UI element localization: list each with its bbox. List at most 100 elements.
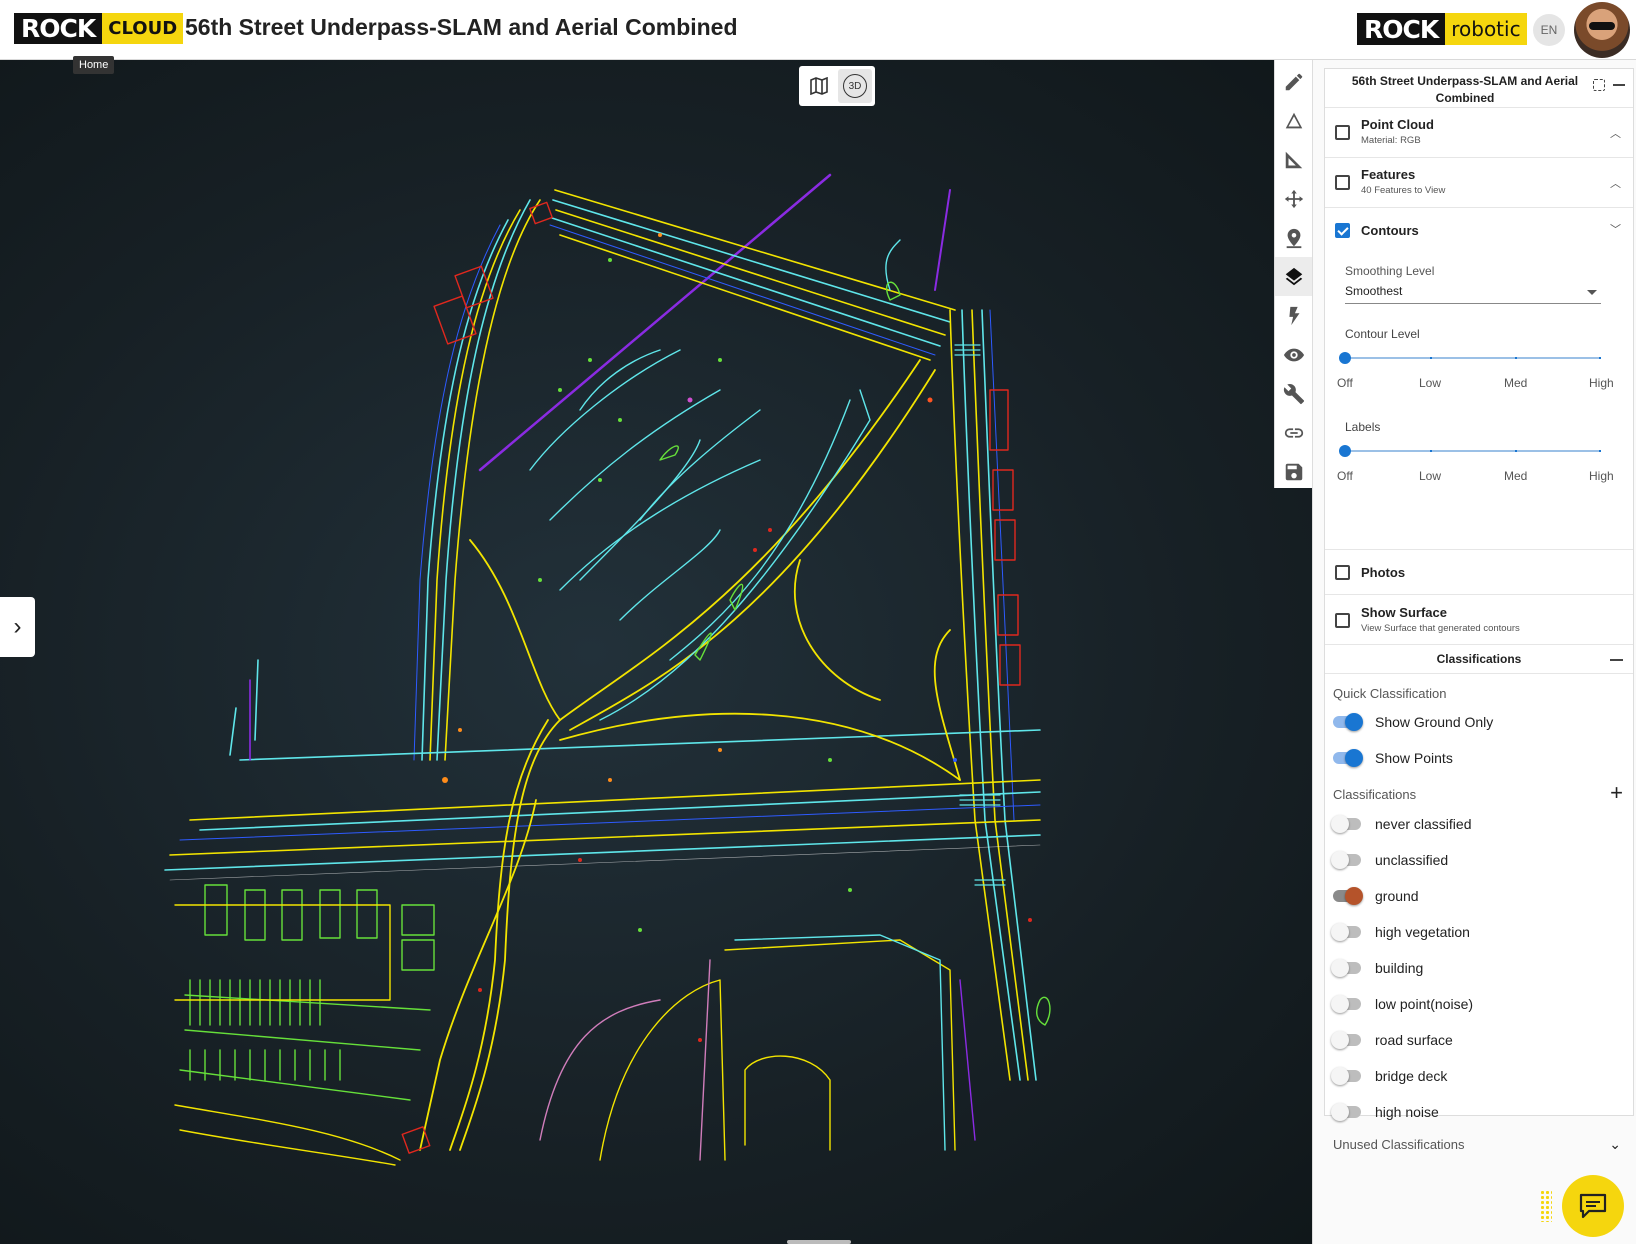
photos-title: Photos: [1361, 565, 1406, 580]
project-header: 56th Street Underpass-SLAM and Aerial Co…: [1325, 69, 1633, 107]
contour-level-thumb[interactable]: [1339, 352, 1351, 364]
location-tool[interactable]: [1275, 218, 1313, 257]
class-unclassified[interactable]: unclassified: [1331, 848, 1449, 872]
classifications-header[interactable]: Classifications: [1325, 644, 1633, 674]
move-tool[interactable]: [1275, 179, 1313, 218]
pencil-icon: [1285, 73, 1303, 90]
bridge-deck-switch[interactable]: [1331, 1067, 1361, 1085]
link-icon: [1284, 427, 1304, 438]
bridge-deck-label: bridge deck: [1375, 1068, 1448, 1084]
layer-contours[interactable]: Contours ﹀ Smoothing Level Smoothest Con…: [1325, 207, 1633, 549]
tool-rail: [1274, 60, 1313, 491]
parking-lots: [179, 884, 435, 1101]
measure-icon: [1285, 151, 1303, 168]
class-ground[interactable]: ground: [1333, 884, 1419, 908]
labels-tick-high: High: [1589, 469, 1614, 483]
class-low-point-noise[interactable]: low point(noise): [1331, 992, 1473, 1016]
save-tool[interactable]: [1275, 452, 1313, 491]
rock-cloud-logo[interactable]: ROCK CLOUD: [14, 13, 184, 44]
contour-tick-off: Off: [1337, 376, 1353, 390]
unused-classifications-row[interactable]: Unused Classifications ⌄: [1333, 1136, 1623, 1157]
contour-map[interactable]: [0, 60, 1312, 1244]
class-road-surface[interactable]: road surface: [1331, 1028, 1453, 1052]
show-points-switch[interactable]: [1333, 749, 1363, 767]
top-road: [549, 189, 956, 361]
class-bridge-deck[interactable]: bridge deck: [1331, 1064, 1448, 1088]
contour-level-slider[interactable]: [1339, 351, 1601, 365]
contours-checkbox[interactable]: [1335, 223, 1350, 238]
layer-point-cloud[interactable]: Point Cloud Material: RGB ︿: [1325, 107, 1633, 157]
high-vegetation-switch[interactable]: [1331, 923, 1361, 941]
map-view-button[interactable]: [802, 69, 836, 103]
show-surface-checkbox[interactable]: [1335, 613, 1350, 628]
expand-left-panel-button[interactable]: ›: [0, 597, 35, 657]
chevron-up-icon[interactable]: ︿: [1610, 125, 1621, 141]
collapse-card-icon[interactable]: [1613, 84, 1625, 86]
contour-level-label: Contour Level: [1345, 327, 1420, 341]
rock-robotic-logo[interactable]: ROCK robotic: [1357, 13, 1527, 45]
draw-tool[interactable]: [1275, 62, 1313, 101]
low-point-noise-switch[interactable]: [1331, 995, 1361, 1013]
show-surface-title: Show Surface: [1361, 605, 1447, 620]
3d-view-button[interactable]: 3D: [838, 69, 872, 103]
class-high-vegetation[interactable]: high vegetation: [1331, 920, 1470, 944]
bottom-structures: [539, 934, 976, 1161]
measure-tool[interactable]: [1275, 140, 1313, 179]
power-tool[interactable]: [1275, 296, 1313, 335]
lightning-icon: [1289, 306, 1300, 325]
road-surface-switch[interactable]: [1331, 1031, 1361, 1049]
unclassified-label: unclassified: [1375, 852, 1449, 868]
visibility-tool[interactable]: [1275, 335, 1313, 374]
chat-drag-handle[interactable]: [1540, 1190, 1552, 1222]
class-high-noise[interactable]: high noise: [1331, 1100, 1439, 1124]
high-noise-switch[interactable]: [1331, 1103, 1361, 1121]
point-cloud-checkbox[interactable]: [1335, 125, 1350, 140]
labels-slider[interactable]: [1339, 444, 1601, 458]
chevron-up-icon[interactable]: ︿: [1610, 175, 1621, 191]
collapse-classifications-icon[interactable]: [1610, 659, 1623, 661]
chevron-down-icon[interactable]: ﹀: [1610, 221, 1621, 237]
layer-features[interactable]: Features 40 Features to View ︿: [1325, 157, 1633, 207]
add-classification-button[interactable]: +: [1610, 782, 1623, 804]
bottom-scroll-handle[interactable]: [787, 1240, 851, 1244]
project-title: 56th Street Underpass-SLAM and Aerial Co…: [1351, 74, 1579, 105]
right-road: [949, 309, 1037, 1081]
terrain-tool[interactable]: [1275, 101, 1313, 140]
show-ground-only-toggle[interactable]: Show Ground Only: [1333, 710, 1493, 734]
show-ground-only-switch[interactable]: [1333, 713, 1363, 731]
photos-checkbox[interactable]: [1335, 565, 1350, 580]
layers-icon: [1285, 267, 1303, 285]
settings-tool[interactable]: [1275, 374, 1313, 413]
ground-switch[interactable]: [1333, 887, 1363, 905]
logo-rock-text-right: ROCK: [1357, 13, 1446, 45]
layers-card: 56th Street Underpass-SLAM and Aerial Co…: [1324, 68, 1634, 1152]
contour-tick-med: Med: [1504, 376, 1528, 390]
map-viewport[interactable]: 3D ›: [0, 60, 1312, 1244]
language-button[interactable]: EN: [1533, 14, 1565, 46]
contour-tick-high: High: [1589, 376, 1614, 390]
class-never-classified[interactable]: never classified: [1331, 812, 1472, 836]
focus-icon[interactable]: [1593, 79, 1605, 91]
building-switch[interactable]: [1331, 959, 1361, 977]
chat-button[interactable]: [1562, 1175, 1624, 1237]
labels-thumb[interactable]: [1339, 445, 1351, 457]
unclassified-switch[interactable]: [1331, 851, 1361, 869]
class-building[interactable]: building: [1331, 956, 1424, 980]
contour-tick-low: Low: [1419, 376, 1442, 390]
interchange: [419, 359, 961, 1151]
layer-photos[interactable]: Photos: [1325, 549, 1633, 594]
layer-show-surface[interactable]: Show Surface View Surface that generated…: [1325, 594, 1633, 644]
labels-tick-med: Med: [1504, 469, 1528, 483]
never-classified-switch[interactable]: [1331, 815, 1361, 833]
quick-classification-label: Quick Classification: [1333, 686, 1447, 701]
smoothing-level-select[interactable]: Smoothest: [1345, 280, 1601, 304]
features-checkbox[interactable]: [1335, 175, 1350, 190]
avatar[interactable]: [1574, 2, 1630, 58]
terrain-icon: [1285, 112, 1303, 128]
share-link-tool[interactable]: [1275, 413, 1313, 452]
show-points-toggle[interactable]: Show Points: [1333, 746, 1453, 770]
wrench-icon: [1283, 383, 1305, 404]
layers-tool[interactable]: [1275, 257, 1313, 296]
building-label: building: [1375, 960, 1424, 976]
classifications-body: Quick Classification Show Ground Only Sh…: [1325, 674, 1633, 1154]
